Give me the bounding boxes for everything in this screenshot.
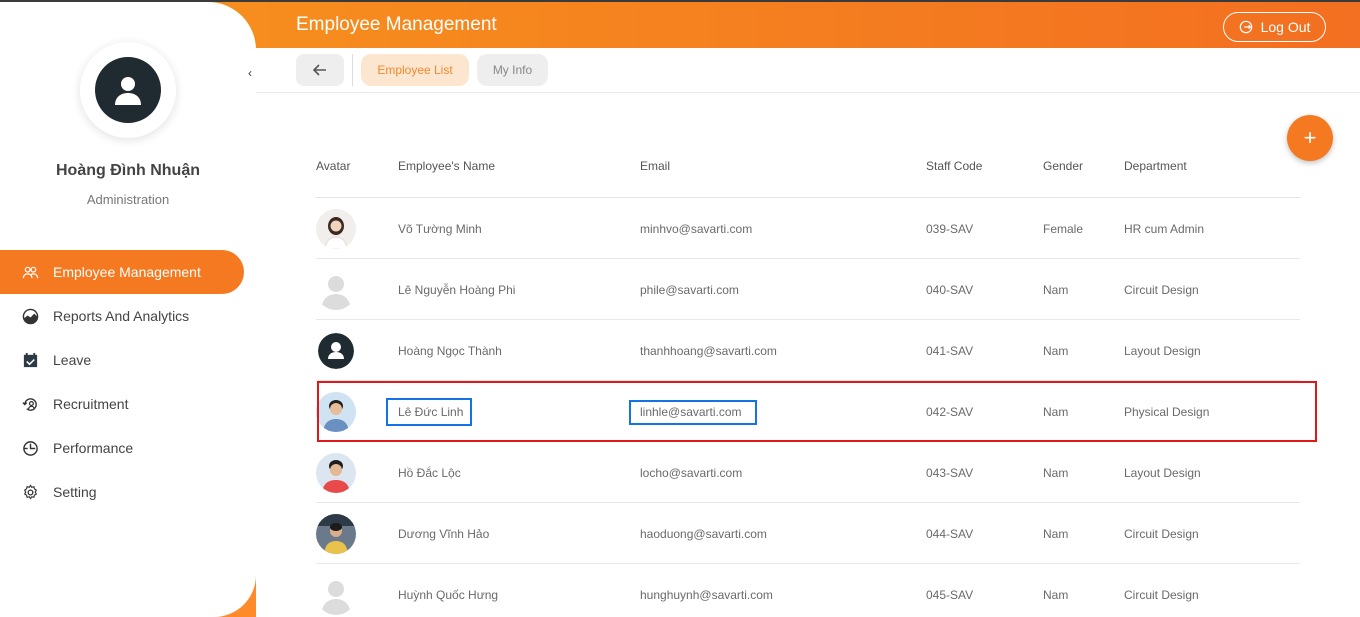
plus-icon: + bbox=[1303, 125, 1317, 150]
employee-name: Lê Nguyễn Hoàng Phi bbox=[398, 283, 516, 297]
employee-email: locho@savarti.com bbox=[640, 466, 743, 480]
sidebar-item-label: Reports And Analytics bbox=[53, 308, 190, 324]
sidebar-item-reports[interactable]: Reports And Analytics bbox=[0, 294, 256, 338]
sidebar-item-label: Employee Management bbox=[53, 264, 201, 280]
staff-code: 043-SAV bbox=[926, 466, 974, 480]
page-title: Employee Management bbox=[296, 14, 497, 35]
sidebar-item-recruitment[interactable]: Recruitment bbox=[0, 382, 256, 426]
avatar bbox=[316, 270, 356, 310]
user-name: Hoàng Đình Nhuận bbox=[56, 162, 200, 179]
employee-email: hunghuynh@savarti.com bbox=[640, 588, 773, 602]
sidebar-menu: Employee Management Reports And Analytic… bbox=[0, 250, 256, 514]
gender: Nam bbox=[1043, 405, 1069, 419]
header-gender: Gender bbox=[1043, 159, 1084, 173]
logout-button[interactable]: Log Out bbox=[1223, 12, 1326, 42]
department: Circuit Design bbox=[1124, 588, 1199, 602]
sidebar-item-label: Performance bbox=[53, 440, 134, 456]
avatar bbox=[316, 209, 356, 249]
user-role: Administration bbox=[86, 192, 170, 207]
users-icon bbox=[22, 266, 39, 278]
user-icon bbox=[95, 57, 161, 123]
avatar bbox=[316, 392, 356, 432]
collapse-sidebar-chevron-icon[interactable]: ‹ bbox=[248, 66, 252, 80]
employee-name: Hồ Đắc Lộc bbox=[398, 466, 461, 480]
analytics-icon bbox=[22, 308, 39, 324]
tab-employee-list[interactable]: Employee List bbox=[361, 54, 469, 86]
gear-icon bbox=[23, 483, 38, 500]
department: Circuit Design bbox=[1124, 283, 1199, 297]
employee-email: phile@savarti.com bbox=[640, 283, 739, 297]
staff-code: 041-SAV bbox=[926, 344, 974, 358]
gender: Nam bbox=[1043, 344, 1069, 358]
employee-name: Lê Đức Linh bbox=[398, 405, 464, 419]
employee-name: Võ Tường Minh bbox=[398, 222, 482, 236]
calendar-check-icon bbox=[23, 352, 38, 367]
arrow-left-icon bbox=[313, 64, 326, 76]
sidebar-item-leave[interactable]: Leave bbox=[0, 338, 256, 382]
profile-avatar bbox=[80, 42, 176, 138]
header-staff-code: Staff Code bbox=[926, 159, 983, 173]
employee-table: Avatar Employee's Name Email Staff Code … bbox=[316, 138, 1300, 617]
avatar bbox=[316, 453, 356, 493]
avatar bbox=[316, 514, 356, 554]
department: Physical Design bbox=[1124, 405, 1210, 419]
recruitment-icon bbox=[22, 397, 37, 411]
performance-icon bbox=[23, 440, 38, 456]
sidebar-item-label: Leave bbox=[53, 352, 92, 368]
gender: Female bbox=[1043, 222, 1084, 236]
department: Layout Design bbox=[1124, 344, 1201, 358]
employee-name: Huỳnh Quốc Hưng bbox=[398, 588, 499, 602]
gender: Nam bbox=[1043, 466, 1069, 480]
header-name: Employee's Name bbox=[398, 159, 495, 173]
table-row[interactable]: Hoàng Ngọc Thành thanhhoang@savarti.com … bbox=[316, 320, 1300, 381]
sidebar-item-performance[interactable]: Performance bbox=[0, 426, 256, 470]
employee-email: thanhhoang@savarti.com bbox=[640, 344, 777, 358]
logout-icon bbox=[1239, 20, 1252, 34]
employee-email: haoduong@savarti.com bbox=[640, 527, 767, 541]
gender: Nam bbox=[1043, 588, 1069, 602]
gender: Nam bbox=[1043, 527, 1069, 541]
table-row[interactable]: Dương Vĩnh Hảo haoduong@savarti.com 044-… bbox=[316, 503, 1300, 564]
employee-name: Dương Vĩnh Hảo bbox=[398, 527, 490, 541]
sidebar-item-setting[interactable]: Setting bbox=[0, 470, 256, 514]
department: Circuit Design bbox=[1124, 527, 1199, 541]
table-row[interactable]: Lê Nguyễn Hoàng Phi phile@savarti.com 04… bbox=[316, 259, 1300, 320]
avatar bbox=[318, 333, 354, 369]
table-header: Avatar Employee's Name Email Staff Code … bbox=[316, 138, 1300, 198]
header-avatar: Avatar bbox=[316, 159, 351, 173]
header-department: Department bbox=[1124, 159, 1187, 173]
divider bbox=[352, 54, 353, 86]
staff-code: 039-SAV bbox=[926, 222, 974, 236]
staff-code: 042-SAV bbox=[926, 405, 974, 419]
staff-code: 040-SAV bbox=[926, 283, 974, 297]
main-content: Employee List My Info + Avatar Employee'… bbox=[256, 48, 1360, 617]
logout-label: Log Out bbox=[1260, 19, 1311, 35]
table-row[interactable]: Huỳnh Quốc Hưng hunghuynh@savarti.com 04… bbox=[316, 564, 1300, 617]
employee-email: minhvo@savarti.com bbox=[640, 222, 753, 236]
header-email: Email bbox=[640, 159, 671, 173]
avatar bbox=[316, 575, 356, 615]
employee-email: linhle@savarti.com bbox=[640, 405, 742, 419]
staff-code: 045-SAV bbox=[926, 588, 974, 602]
sidebar-item-employee-management[interactable]: Employee Management bbox=[0, 250, 244, 294]
back-button[interactable] bbox=[296, 54, 344, 86]
sidebar: ‹ Hoàng Đình Nhuận Administration Employ… bbox=[0, 2, 256, 617]
department: HR cum Admin bbox=[1124, 222, 1205, 236]
tab-my-info[interactable]: My Info bbox=[477, 54, 548, 86]
table-row[interactable]: Võ Tường Minh minhvo@savarti.com 039-SAV… bbox=[316, 198, 1300, 259]
table-row[interactable]: Hồ Đắc Lộc locho@savarti.com 043-SAV Nam… bbox=[316, 442, 1300, 503]
sidebar-item-label: Setting bbox=[53, 484, 97, 500]
sub-navigation: Employee List My Info bbox=[256, 48, 1360, 93]
gender: Nam bbox=[1043, 283, 1069, 297]
employee-name: Hoàng Ngọc Thành bbox=[398, 344, 502, 358]
table-row[interactable]: Lê Đức Linh linhle@savarti.com 042-SAV N… bbox=[316, 381, 1300, 442]
sidebar-item-label: Recruitment bbox=[53, 396, 129, 412]
staff-code: 044-SAV bbox=[926, 527, 974, 541]
department: Layout Design bbox=[1124, 466, 1201, 480]
